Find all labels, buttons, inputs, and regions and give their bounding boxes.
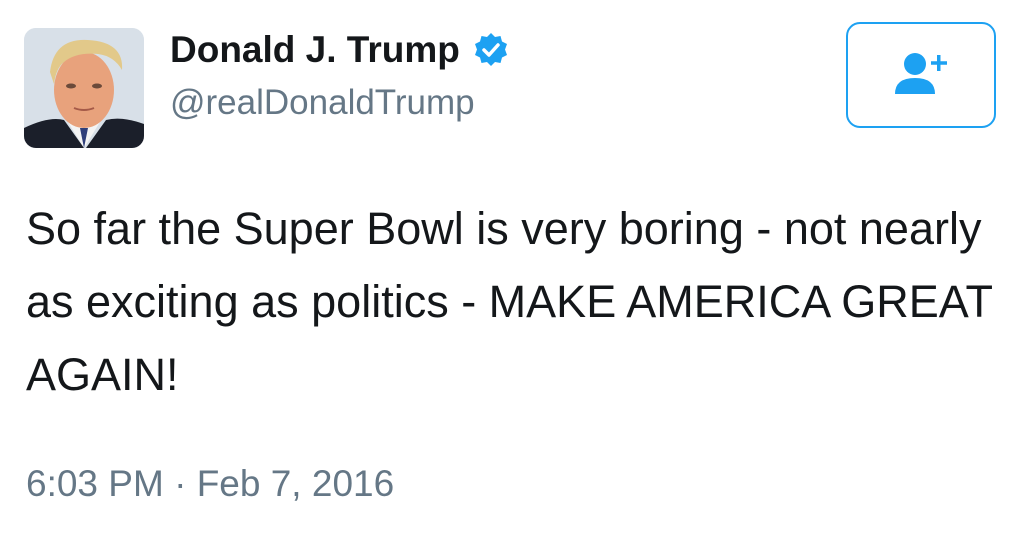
tweet-text: So far the Super Bowl is very boring - n… [26,203,993,400]
tweet-time: 6:03 PM [26,463,164,504]
display-name[interactable]: Donald J. Trump [170,26,460,74]
tweet-timestamp[interactable]: 6:03 PM · Feb 7, 2016 [26,460,394,508]
tweet-date: Feb 7, 2016 [196,463,395,504]
follow-button[interactable] [846,22,996,128]
display-name-row[interactable]: Donald J. Trump [170,26,510,74]
user-handle[interactable]: @realDonaldTrump [170,80,475,126]
add-user-icon [893,50,949,101]
timestamp-separator: · [174,463,187,504]
avatar[interactable] [24,28,144,148]
verified-badge-icon [472,31,510,69]
